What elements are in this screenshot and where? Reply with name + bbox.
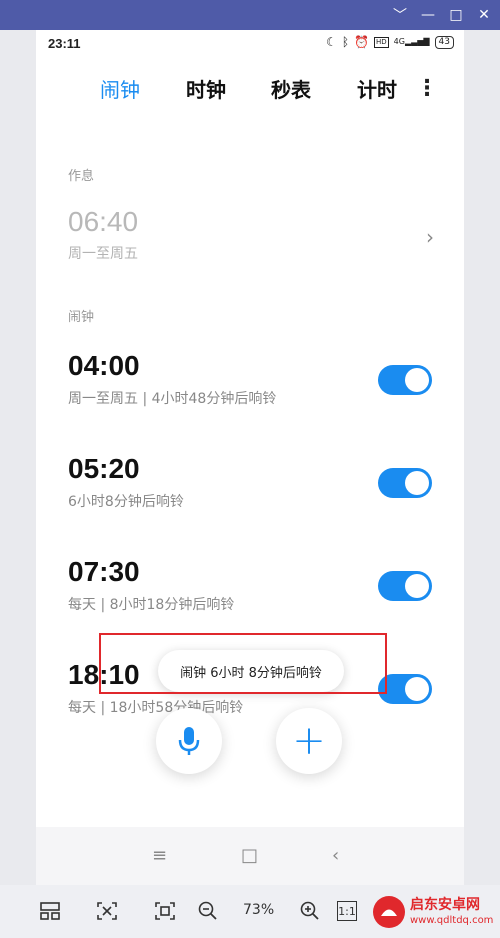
- back-icon[interactable]: ‹: [332, 845, 339, 866]
- highlight-box: [99, 633, 387, 694]
- tab-timer[interactable]: 计时: [357, 74, 397, 103]
- tab-bar: 闹钟 时钟 秒表 计时 ⋮: [36, 74, 464, 108]
- phone-screen: 23:11 ☾ ᛒ ⏰ HD 4G▂▃▅▇ 43 闹钟 时钟 秒表 计时 ⋮ 作…: [36, 30, 464, 885]
- minimize-icon: —: [421, 7, 435, 23]
- system-nav-bar: ≡ □ ‹: [36, 827, 464, 885]
- more-options-icon[interactable]: ⋮: [416, 76, 438, 101]
- zoom-level: 73%: [243, 902, 275, 918]
- hd-icon: HD: [373, 36, 389, 48]
- layout-icon[interactable]: [36, 897, 64, 925]
- alarm-section-title: 闹钟: [68, 310, 95, 325]
- home-icon[interactable]: □: [241, 845, 258, 866]
- status-time: 23:11: [48, 36, 81, 51]
- microphone-icon: [178, 727, 200, 755]
- watermark-name: 启东安卓网: [410, 897, 480, 913]
- alarm-time: 05:20: [68, 453, 140, 484]
- alarm-time: 04:00: [68, 350, 140, 381]
- alarm-subtitle: 周一至周五 | 4小时48分钟后响铃: [68, 391, 277, 407]
- fullscreen-icon[interactable]: [151, 897, 179, 925]
- toggle-knob: [405, 574, 429, 598]
- sleep-repeat: 周一至周五: [68, 246, 138, 262]
- tab-clock[interactable]: 时钟: [186, 74, 226, 103]
- tab-alarm[interactable]: 闹钟: [100, 74, 140, 103]
- alarm-row[interactable]: 04:00 周一至周五 | 4小时48分钟后响铃: [36, 350, 464, 430]
- zoom-out-icon[interactable]: [194, 897, 222, 925]
- battery-icon: 43: [434, 35, 454, 49]
- signal-icon: 4G▂▃▅▇: [393, 37, 430, 46]
- watermark: 启东安卓网 www.qdltdq.com: [370, 891, 498, 935]
- toggle-knob: [405, 471, 429, 495]
- network-label: 4G: [393, 37, 405, 46]
- sleep-section-title: 作息: [68, 169, 95, 184]
- watermark-logo-icon: [373, 896, 405, 928]
- watermark-url: www.qdltdq.com: [410, 915, 494, 926]
- alarm-clock-icon: ⏰: [354, 35, 369, 49]
- alarm-toggle[interactable]: [378, 468, 432, 498]
- status-icons: ☾ ᛒ ⏰ HD 4G▂▃▅▇ 43: [326, 35, 454, 49]
- close-icon: ✕: [478, 7, 490, 23]
- collapse-button[interactable]: ﹀: [385, 0, 415, 30]
- alarm-toggle[interactable]: [378, 571, 432, 601]
- minimize-button[interactable]: —: [413, 0, 443, 30]
- plus-icon: +: [292, 718, 326, 764]
- zoom-in-icon[interactable]: [296, 897, 324, 925]
- alarm-row[interactable]: 05:20 6小时8分钟后响铃: [36, 453, 464, 533]
- maximize-button[interactable]: □: [441, 0, 471, 30]
- maximize-icon: □: [449, 7, 463, 23]
- alarm-subtitle: 每天 | 8小时18分钟后响铃: [68, 597, 235, 613]
- viewer-toolbar: 73% 1:1 启东安卓网 www.qdltdq.com: [0, 885, 500, 938]
- add-alarm-button[interactable]: +: [276, 708, 342, 774]
- alarm-row[interactable]: 07:30 每天 | 8小时18分钟后响铃: [36, 556, 464, 636]
- menu-icon[interactable]: ≡: [152, 845, 167, 866]
- moon-icon: ☾: [326, 35, 337, 49]
- chevron-right-icon: ›: [426, 225, 434, 249]
- tab-stopwatch[interactable]: 秒表: [271, 74, 311, 103]
- fit-screen-icon[interactable]: [93, 897, 121, 925]
- chevron-down-icon: ﹀: [393, 8, 407, 24]
- alarm-time: 07:30: [68, 556, 140, 587]
- actual-size-button[interactable]: 1:1: [337, 901, 357, 921]
- toggle-knob: [405, 677, 429, 701]
- window-title-bar: ﹀ — □ ✕: [0, 0, 500, 30]
- voice-input-button[interactable]: [156, 708, 222, 774]
- alarm-subtitle: 6小时8分钟后响铃: [68, 494, 184, 510]
- close-button[interactable]: ✕: [469, 0, 499, 30]
- status-bar: 23:11 ☾ ᛒ ⏰ HD 4G▂▃▅▇ 43: [36, 30, 464, 58]
- sleep-time: 06:40: [68, 206, 139, 237]
- alarm-toggle[interactable]: [378, 365, 432, 395]
- toggle-knob: [405, 368, 429, 392]
- bluetooth-icon: ᛒ: [341, 35, 350, 49]
- alarm-subtitle: 每天 | 18小时58分钟后响铃: [68, 700, 244, 716]
